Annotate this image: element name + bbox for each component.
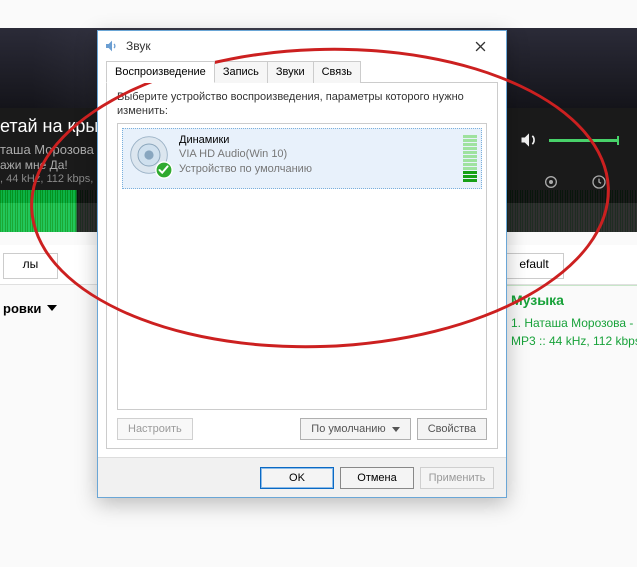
set-default-button[interactable]: По умолчанию: [300, 418, 410, 440]
device-list[interactable]: Динамики VIA HD Audio(Win 10) Устройство…: [117, 123, 487, 410]
level-meter: [463, 133, 477, 184]
volume-slider[interactable]: [549, 139, 619, 142]
repeat-icon[interactable]: [541, 172, 561, 192]
sound-icon: [104, 38, 120, 54]
device-item[interactable]: Динамики VIA HD Audio(Win 10) Устройство…: [122, 128, 482, 189]
tab-sounds[interactable]: Звуки: [267, 61, 314, 83]
tab-playback[interactable]: Воспроизведение: [106, 61, 215, 83]
device-name: Динамики: [179, 133, 463, 147]
dialog-footer: OK Отмена Применить: [98, 457, 506, 497]
playlist-item[interactable]: 1. Наташа Морозова - Ул: [507, 314, 637, 332]
settings-dropdown-label: ровки: [3, 301, 41, 316]
sound-dialog: Звук Воспроизведение Запись Звуки Связь …: [97, 30, 507, 498]
sort-button[interactable]: лы: [3, 253, 58, 279]
chevron-down-icon: [47, 305, 57, 311]
ok-button[interactable]: OK: [260, 467, 334, 489]
dialog-body: Выберите устройство воспроизведения, пар…: [106, 82, 498, 449]
close-button[interactable]: [460, 32, 500, 60]
dialog-tabs: Воспроизведение Запись Звуки Связь: [98, 61, 506, 83]
close-icon: [475, 41, 486, 52]
properties-button[interactable]: Свойства: [417, 418, 487, 440]
track-title: етай на крыл: [0, 116, 109, 137]
tab-recording[interactable]: Запись: [214, 61, 268, 83]
device-status: Устройство по умолчанию: [179, 162, 463, 176]
cancel-button[interactable]: Отмена: [340, 467, 414, 489]
chevron-down-icon: [392, 427, 400, 432]
clock-icon[interactable]: [589, 172, 609, 192]
playlist-item-meta: MP3 :: 44 kHz, 112 kbps, 3: [507, 332, 637, 350]
set-default-label: По умолчанию: [311, 423, 385, 435]
dialog-instruction: Выберите устройство воспроизведения, пар…: [117, 91, 487, 123]
track-artist: таша Морозова: [0, 142, 94, 157]
track-subtitle: ажи мне Да!: [0, 158, 68, 172]
configure-button[interactable]: Настроить: [117, 418, 193, 440]
apply-button[interactable]: Применить: [420, 467, 494, 489]
playlist-heading: Музыка: [507, 285, 637, 314]
speaker-device-icon: [127, 133, 171, 177]
device-driver: VIA HD Audio(Win 10): [179, 147, 463, 161]
volume-icon[interactable]: [519, 130, 539, 150]
dialog-title: Звук: [126, 39, 151, 53]
tab-communications[interactable]: Связь: [313, 61, 361, 83]
playlist-panel: Музыка 1. Наташа Морозова - Ул MP3 :: 44…: [507, 285, 637, 350]
check-badge-icon: [155, 161, 173, 179]
settings-dropdown[interactable]: ровки: [3, 296, 57, 320]
dialog-titlebar[interactable]: Звук: [98, 31, 506, 61]
default-preset-button[interactable]: efault: [504, 253, 564, 279]
